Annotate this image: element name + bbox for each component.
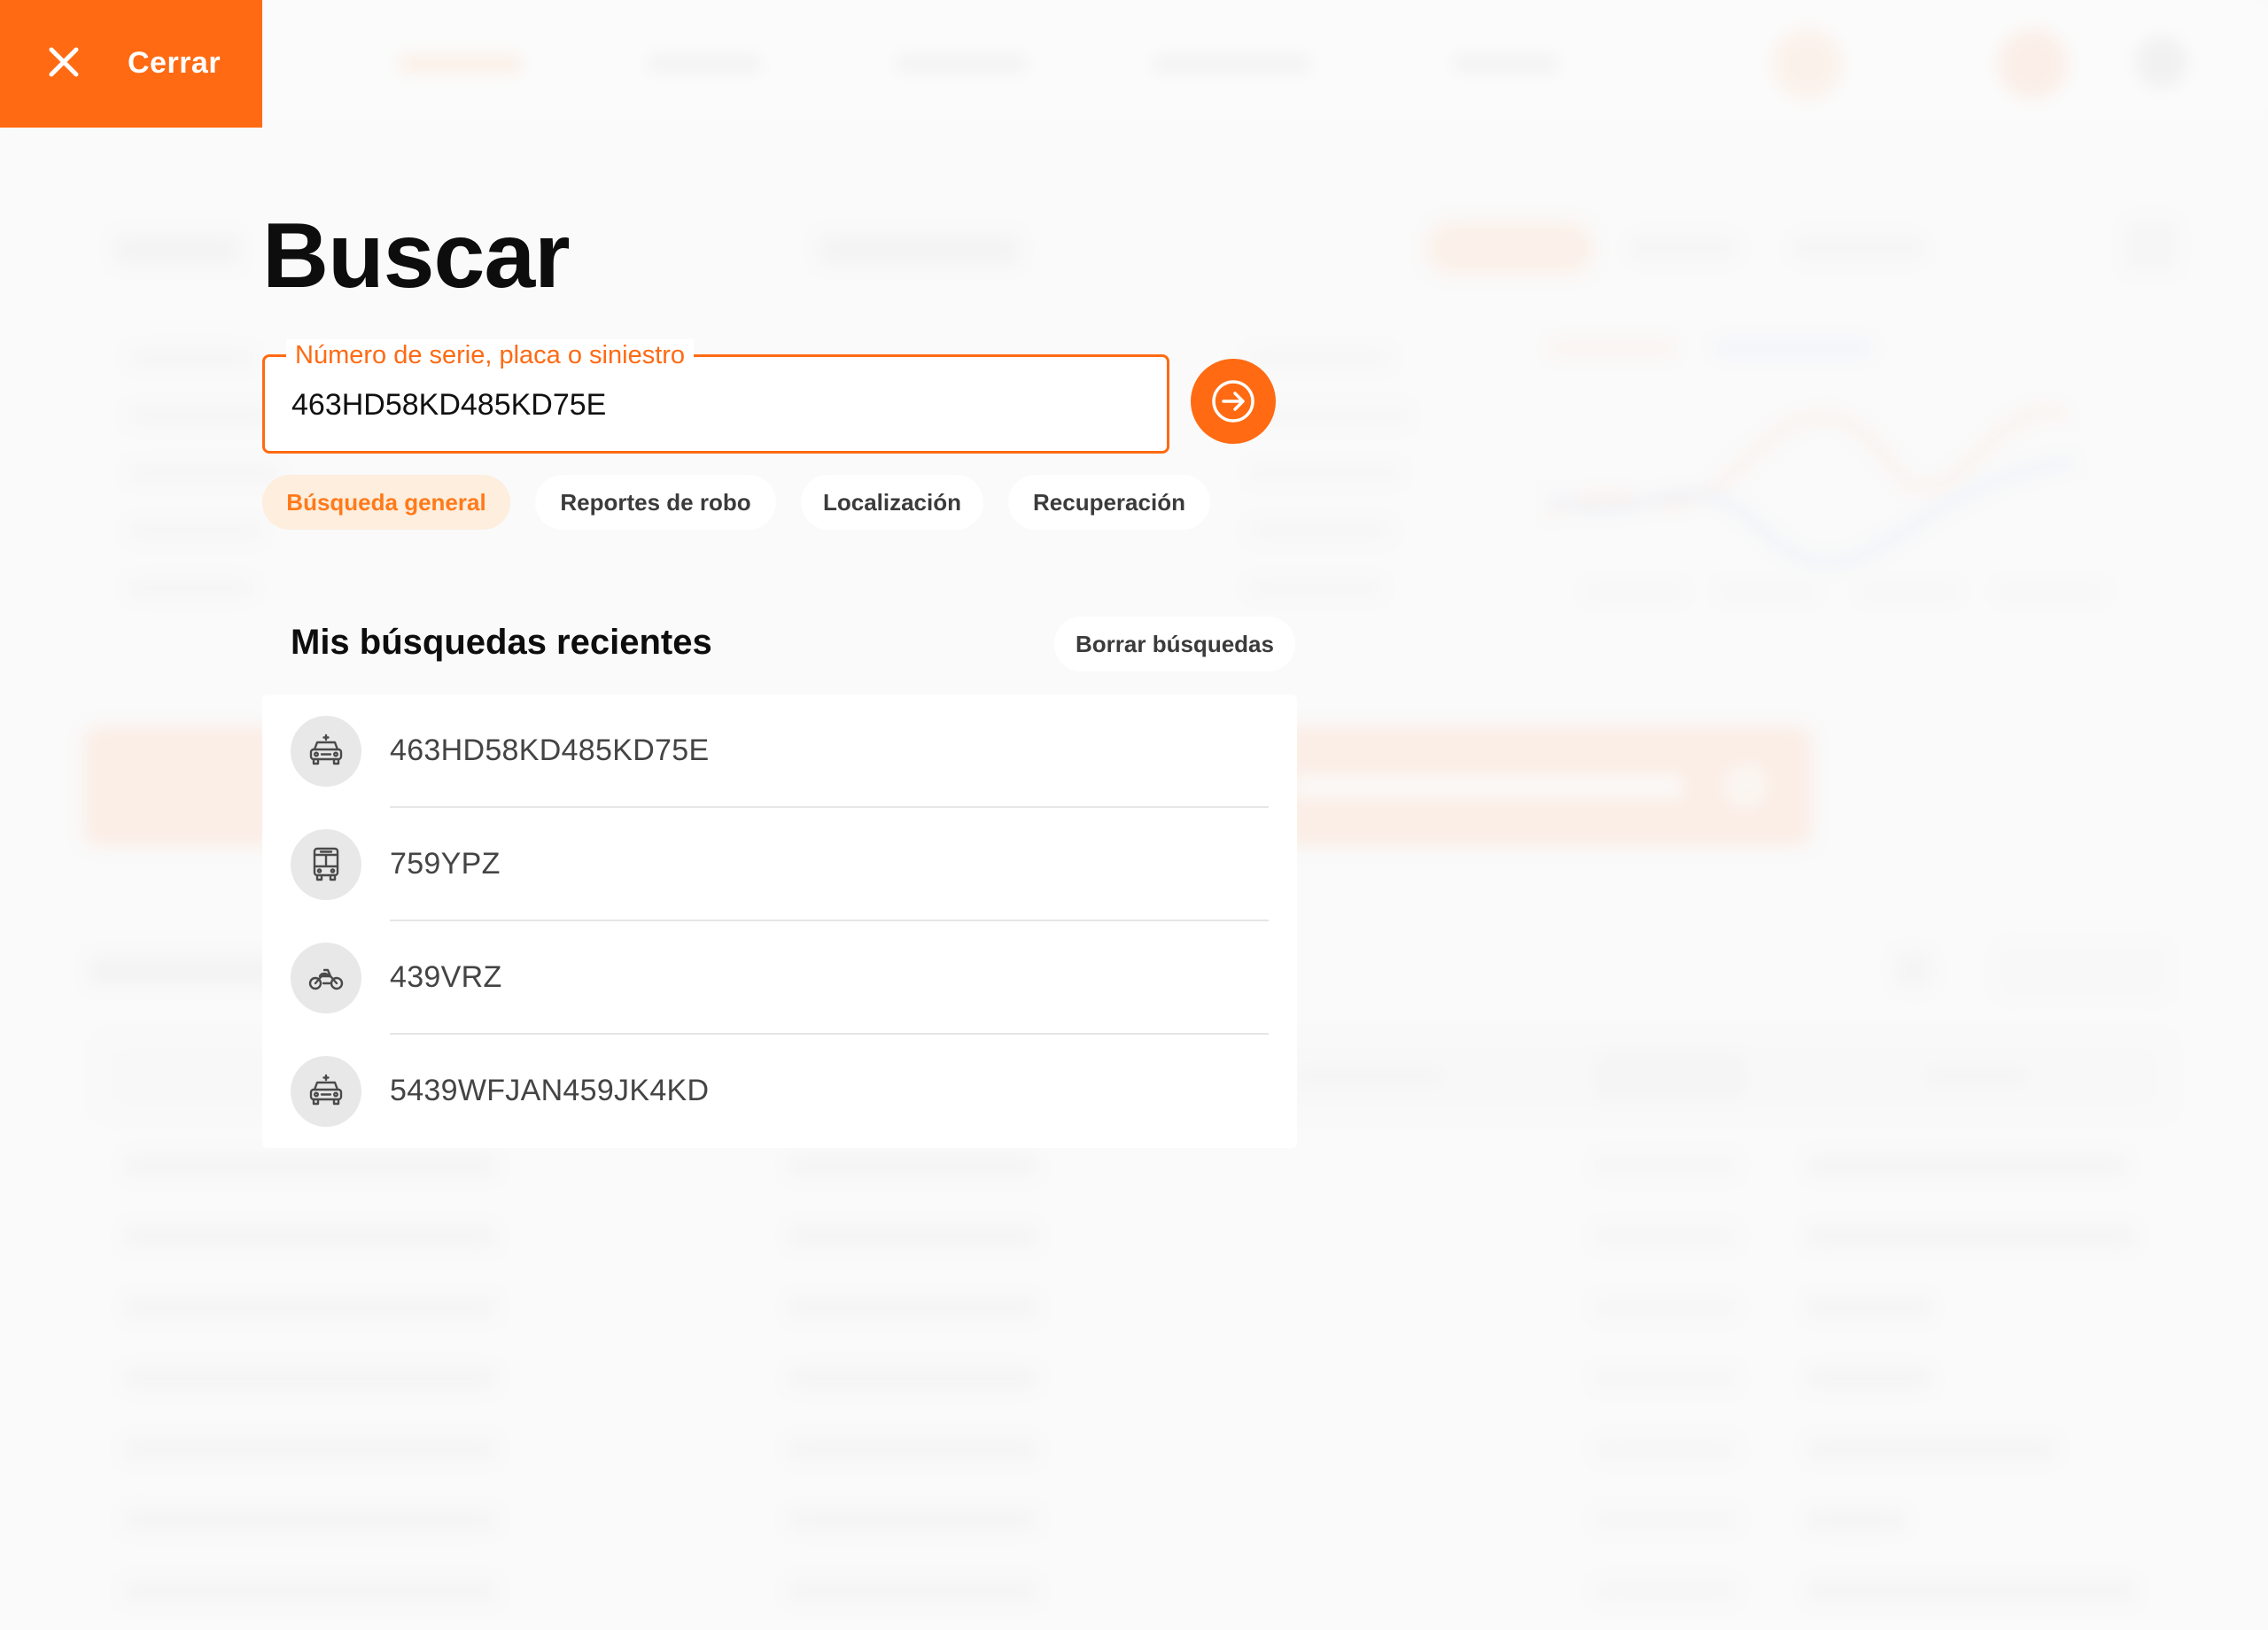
search-input[interactable] [291, 380, 1142, 430]
close-button[interactable]: Cerrar [0, 0, 262, 128]
clear-searches-button[interactable]: Borrar búsquedas [1054, 617, 1295, 671]
tab-recuperacion[interactable]: Recuperación [1008, 475, 1210, 530]
search-field-label: Número de serie, placa o siniestro [286, 339, 695, 371]
recent-search-text: 5439WFJAN459JK4KD [390, 1074, 710, 1107]
recent-search-text: 759YPZ [390, 847, 501, 881]
search-submit-button[interactable] [1191, 359, 1276, 444]
car-icon [291, 716, 361, 787]
close-button-label: Cerrar [128, 46, 221, 80]
page-title: Buscar [262, 205, 571, 307]
recent-search-text: 439VRZ [390, 960, 502, 994]
search-field: Número de serie, placa o siniestro [262, 339, 1169, 454]
arrow-right-circle-icon [1212, 380, 1254, 423]
recent-searches-list: 463HD58KD485KD75E 759YPZ 439VRZ 5439WFJA… [262, 695, 1297, 1148]
background-header [0, 0, 2268, 124]
bus-icon [291, 829, 361, 900]
tab-busqueda-general[interactable]: Búsqueda general [262, 475, 510, 530]
recent-search-item[interactable]: 759YPZ [262, 808, 1297, 921]
motorcycle-icon [291, 943, 361, 1013]
close-icon [49, 47, 79, 77]
tab-reportes-de-robo[interactable]: Reportes de robo [535, 475, 776, 530]
recent-searches-title: Mis búsquedas recientes [291, 623, 712, 662]
recent-search-item[interactable]: 463HD58KD485KD75E [262, 695, 1297, 808]
recent-search-item[interactable]: 439VRZ [262, 921, 1297, 1035]
tab-localizacion[interactable]: Localización [801, 475, 983, 530]
recent-search-text: 463HD58KD485KD75E [390, 734, 710, 767]
recent-search-item[interactable]: 5439WFJAN459JK4KD [262, 1035, 1297, 1148]
car-icon [291, 1056, 361, 1127]
